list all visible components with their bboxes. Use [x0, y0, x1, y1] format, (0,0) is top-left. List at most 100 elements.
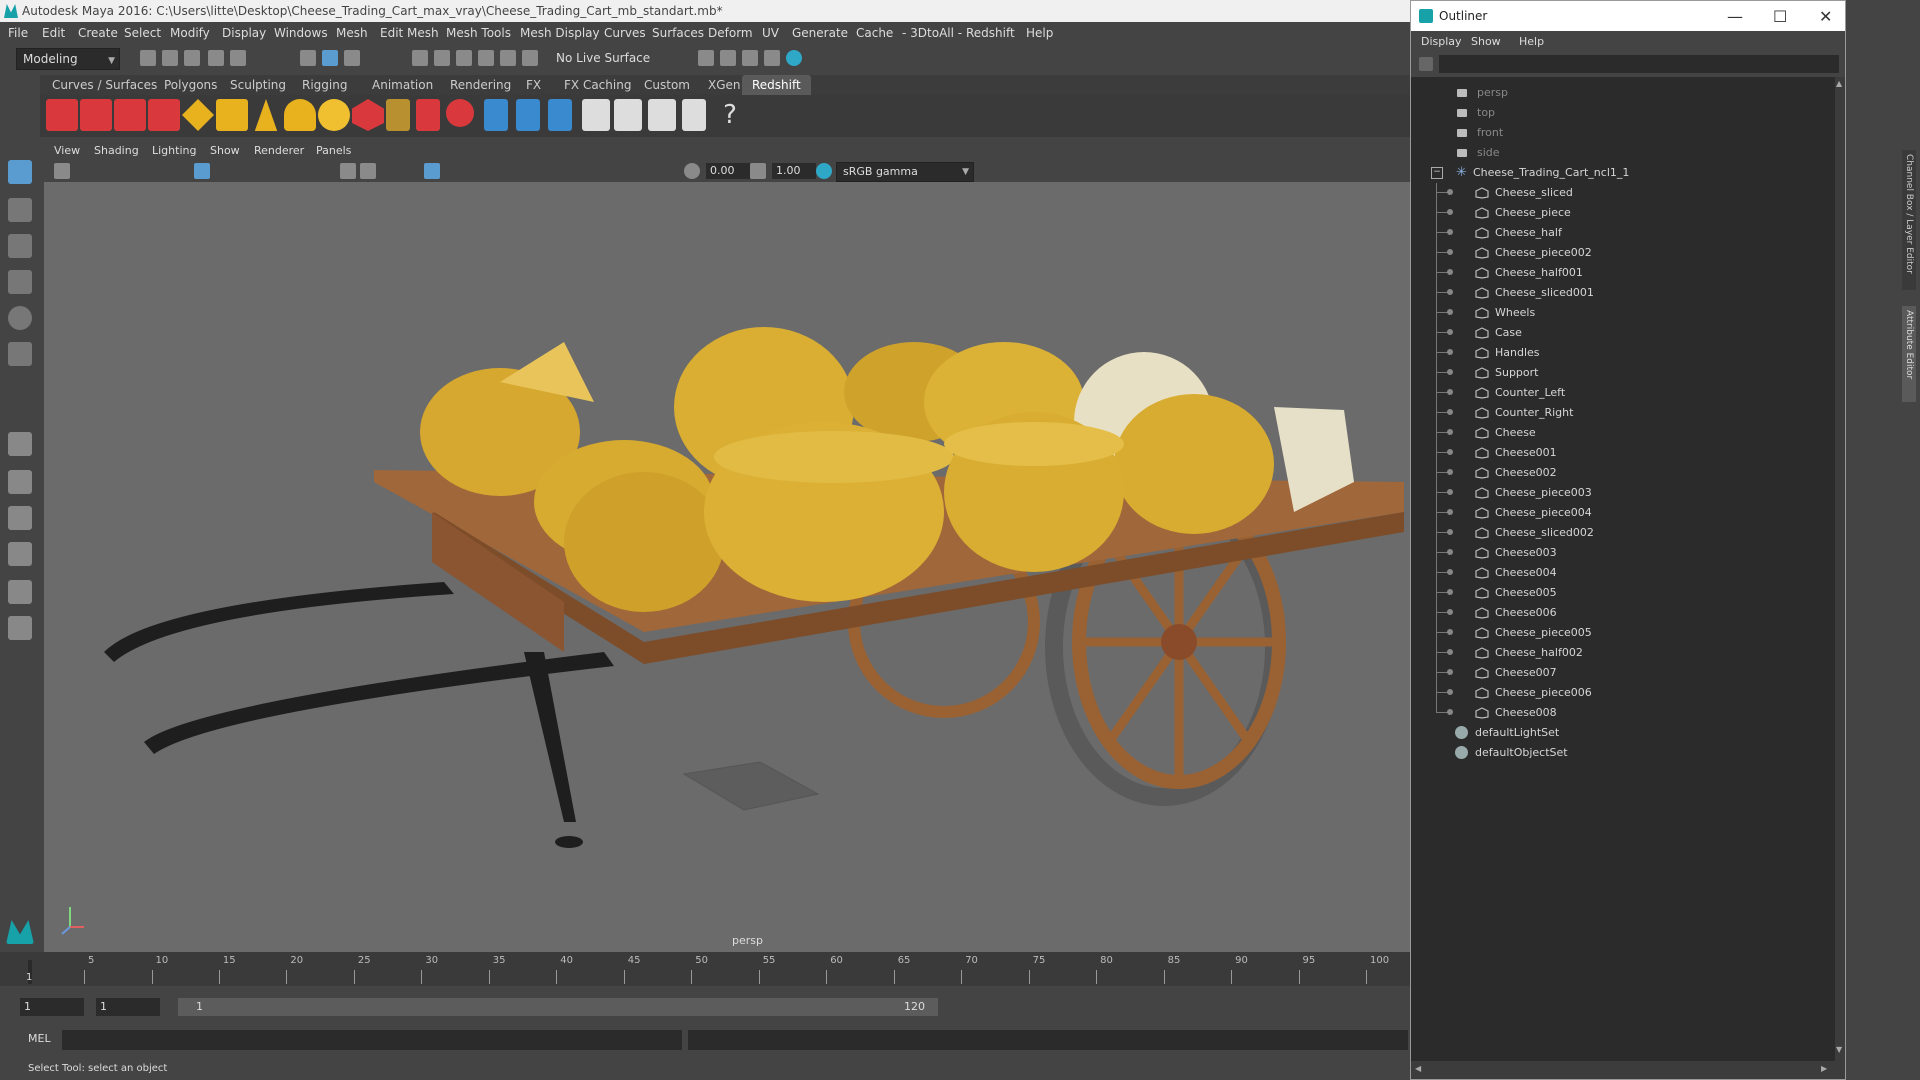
collapse-minus-icon[interactable]: −: [1431, 167, 1443, 179]
redo-icon[interactable]: [230, 50, 246, 66]
redshift-shader-icon[interactable]: [614, 99, 642, 131]
panel-menu-view[interactable]: View: [54, 144, 80, 157]
menu-windows[interactable]: Windows: [274, 26, 328, 40]
render-frame-icon[interactable]: [720, 50, 736, 66]
panel-menu-panels[interactable]: Panels: [316, 144, 351, 157]
menu-set-dropdown[interactable]: Modeling ▼: [16, 48, 120, 70]
redshift-grid-icon[interactable]: [216, 99, 248, 131]
shelf-tab-fx[interactable]: FX: [526, 78, 541, 92]
panel-menu-shading[interactable]: Shading: [94, 144, 139, 157]
perspective-viewport[interactable]: persp: [44, 182, 1410, 952]
outliner-item-wheels[interactable]: Wheels: [1411, 303, 1835, 323]
scroll-up-icon[interactable]: ▲: [1836, 79, 1842, 88]
magnet-icon[interactable]: [522, 50, 538, 66]
outliner-item-counter-right[interactable]: Counter_Right: [1411, 403, 1835, 423]
graph-layout-icon[interactable]: [8, 542, 32, 566]
new-scene-icon[interactable]: [140, 50, 156, 66]
outliner-item-cheese[interactable]: Cheese: [1411, 423, 1835, 443]
render-settings-icon[interactable]: [698, 50, 714, 66]
outliner-item-cheese003[interactable]: Cheese003: [1411, 543, 1835, 563]
mel-input[interactable]: [62, 1030, 682, 1050]
undo-icon[interactable]: [208, 50, 224, 66]
menu-deform[interactable]: Deform: [708, 26, 753, 40]
outliner-item-cheese-half[interactable]: Cheese_half: [1411, 223, 1835, 243]
outliner-horizontal-scrollbar[interactable]: ◀ ▶: [1411, 1061, 1845, 1079]
outliner-group-row[interactable]: − ✳ Cheese_Trading_Cart_ncl1_1: [1411, 163, 1835, 183]
outliner-item-support[interactable]: Support: [1411, 363, 1835, 383]
panel-menu-show[interactable]: Show: [210, 144, 240, 157]
single-perspective-layout-icon[interactable]: [8, 432, 32, 456]
shelf-tab-fx-caching[interactable]: FX Caching: [564, 78, 631, 92]
live-surface-field[interactable]: No Live Surface: [550, 48, 656, 68]
shelf-tab-polygons[interactable]: Polygons: [164, 78, 217, 92]
outliner-camera-front[interactable]: front: [1411, 123, 1835, 143]
menu-mesh-display[interactable]: Mesh Display: [520, 26, 600, 40]
outliner-item-cheese-piece006[interactable]: Cheese_piece006: [1411, 683, 1835, 703]
outliner-item-cheese001[interactable]: Cheese001: [1411, 443, 1835, 463]
redshift-render-view-icon[interactable]: [46, 99, 78, 131]
outliner-item-counter-left[interactable]: Counter_Left: [1411, 383, 1835, 403]
shelf-tab-rigging[interactable]: Rigging: [302, 78, 347, 92]
shelf-tab-custom[interactable]: Custom: [644, 78, 690, 92]
maximize-button[interactable]: ☐: [1773, 7, 1787, 26]
range-slider-bar[interactable]: 1 120: [178, 998, 938, 1016]
menu-generate[interactable]: Generate: [792, 26, 848, 40]
menu-help[interactable]: Help: [1026, 26, 1053, 40]
outliner-item-cheese-sliced001[interactable]: Cheese_sliced001: [1411, 283, 1835, 303]
outliner-menu-show[interactable]: Show: [1471, 35, 1501, 48]
outliner-item-cheese008[interactable]: Cheese008: [1411, 703, 1835, 723]
four-view-layout-icon[interactable]: [8, 470, 32, 494]
shelf-tab-xgen[interactable]: XGen: [708, 78, 741, 92]
paint-select-tool-icon[interactable]: [8, 234, 32, 258]
scroll-right-icon[interactable]: ▶: [1821, 1064, 1827, 1073]
redshift-ipr-icon[interactable]: [114, 99, 146, 131]
shelf-tab-redshift[interactable]: Redshift: [742, 75, 811, 95]
shelf-tab-animation[interactable]: Animation: [372, 78, 433, 92]
redshift-volume-icon[interactable]: [352, 99, 384, 131]
menu-edit[interactable]: Edit: [42, 26, 65, 40]
outliner-camera-top[interactable]: top: [1411, 103, 1835, 123]
help-icon[interactable]: ?: [714, 99, 746, 131]
select-by-object-icon[interactable]: [322, 50, 338, 66]
outliner-menu-help[interactable]: Help: [1519, 35, 1544, 48]
outliner-item-cheese-sliced[interactable]: Cheese_sliced: [1411, 183, 1835, 203]
menu-file[interactable]: File: [8, 26, 28, 40]
redshift-hair-icon[interactable]: [386, 99, 410, 131]
menu-edit-mesh[interactable]: Edit Mesh: [380, 26, 439, 40]
filter-icon[interactable]: [1419, 57, 1433, 71]
textured-icon[interactable]: [424, 163, 440, 179]
outliner-item-cheese-piece002[interactable]: Cheese_piece002: [1411, 243, 1835, 263]
save-scene-icon[interactable]: [184, 50, 200, 66]
lasso-tool-icon[interactable]: [8, 198, 32, 222]
outliner-item-cheese004[interactable]: Cheese004: [1411, 563, 1835, 583]
outliner-camera-persp[interactable]: persp: [1411, 83, 1835, 103]
shelf-tab-sculpting[interactable]: Sculpting: [230, 78, 286, 92]
rotate-tool-icon[interactable]: [8, 306, 32, 330]
select-tool-icon[interactable]: [8, 160, 32, 184]
outliner-item-handles[interactable]: Handles: [1411, 343, 1835, 363]
exposure-field[interactable]: 0.00: [706, 163, 750, 179]
scale-tool-icon[interactable]: [8, 342, 32, 366]
channel-box-tab[interactable]: Channel Box / Layer Editor: [1902, 150, 1916, 290]
outliner-search-input[interactable]: [1439, 55, 1839, 73]
snap-curve-icon[interactable]: [434, 50, 450, 66]
wireframe-icon[interactable]: [340, 163, 356, 179]
hypershade-icon[interactable]: [786, 50, 802, 66]
outliner-item-cheese007[interactable]: Cheese007: [1411, 663, 1835, 683]
outliner-item-cheese005[interactable]: Cheese005: [1411, 583, 1835, 603]
snap-surface-icon[interactable]: [500, 50, 516, 66]
outliner-item-case[interactable]: Case: [1411, 323, 1835, 343]
menu-mesh-tools[interactable]: Mesh Tools: [446, 26, 511, 40]
redshift-settings-icon[interactable]: [148, 99, 180, 131]
start-frame-field[interactable]: 1: [20, 998, 84, 1016]
menu-redshift[interactable]: Redshift: [966, 26, 1015, 40]
time-slider[interactable]: 1 5 10 15 20 25 30 35 40 45 50 55 60 65 70 75 80 85 90 95 1…: [0, 952, 1410, 986]
redshift-pr-export-icon[interactable]: [516, 99, 540, 131]
outliner-item-cheese002[interactable]: Cheese002: [1411, 463, 1835, 483]
close-button[interactable]: ✕: [1819, 7, 1832, 26]
outliner-item-cheese-half001[interactable]: Cheese_half001: [1411, 263, 1835, 283]
redshift-proxy-icon[interactable]: [182, 99, 214, 131]
snap-grid-icon[interactable]: [412, 50, 428, 66]
redshift-render-icon[interactable]: [80, 99, 112, 131]
menu-create[interactable]: Create: [78, 26, 118, 40]
